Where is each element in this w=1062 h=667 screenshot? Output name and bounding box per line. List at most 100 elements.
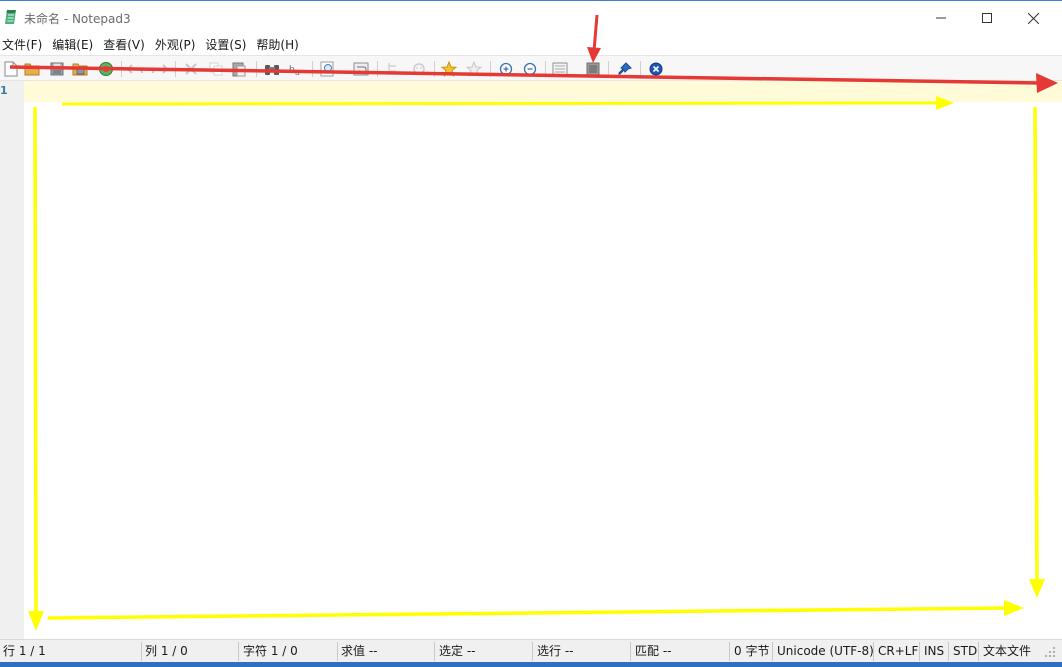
star-icon — [441, 61, 457, 77]
status-divider — [630, 642, 631, 661]
toolbar-separator — [175, 61, 176, 77]
notepad3-app-icon — [5, 10, 16, 24]
minimize-button[interactable] — [918, 1, 964, 35]
new-file-icon — [4, 61, 18, 77]
toolbar-separator — [121, 61, 122, 77]
toolbar-separator — [640, 61, 641, 77]
status-character[interactable]: 字符 1 / 0 — [240, 640, 298, 663]
open-file-button[interactable] — [23, 60, 41, 78]
line-number: 1 — [0, 84, 8, 97]
customize-schemes-button[interactable] — [584, 60, 602, 78]
replace-icon: ba — [289, 65, 300, 76]
browse-button[interactable] — [97, 60, 115, 78]
pin-icon — [618, 62, 632, 75]
status-column[interactable]: 列 1 / 0 — [142, 640, 188, 663]
exit-circle-icon — [649, 62, 663, 76]
status-bar: 行 1 / 1 列 1 / 0 字符 1 / 0 求值 -- 选定 -- 选行 … — [0, 639, 1062, 662]
star-outline-icon — [466, 61, 482, 77]
menu-appearance[interactable]: 外观(P) — [152, 35, 203, 55]
line-number-gutter: 1 — [0, 81, 24, 639]
zoom-in-button[interactable] — [497, 60, 515, 78]
goto-button[interactable] — [319, 60, 337, 78]
menu-file[interactable]: 文件(F) — [0, 35, 49, 55]
notepad3-window: 未命名 - Notepad3 文件(F) 编辑(E) 查看(V) 外观(P) 设… — [0, 0, 1062, 667]
menu-settings[interactable]: 设置(S) — [202, 35, 253, 55]
globe-browse-icon — [99, 62, 113, 76]
window-bottom-border — [0, 662, 1062, 667]
close-button[interactable] — [1010, 1, 1056, 35]
status-divider — [729, 642, 730, 661]
whitespace-icon — [413, 63, 425, 75]
copy-icon — [209, 62, 223, 76]
minimize-icon — [936, 17, 946, 19]
customize-schemes-icon — [586, 62, 600, 76]
resize-grip-icon[interactable] — [1044, 646, 1056, 658]
save-as-button[interactable] — [71, 60, 89, 78]
zoom-out-icon — [523, 62, 537, 76]
always-on-top-button[interactable] — [616, 60, 634, 78]
status-divider — [238, 642, 239, 661]
svg-text:a: a — [295, 68, 300, 76]
word-wrap-icon — [353, 62, 369, 76]
menu-edit[interactable]: 编辑(E) — [49, 35, 100, 55]
replace-button[interactable]: ba — [288, 60, 306, 78]
open-folder-icon — [24, 63, 40, 76]
status-match[interactable]: 匹配 -- — [632, 640, 671, 663]
paste-button[interactable] — [230, 60, 248, 78]
new-file-button[interactable] — [2, 60, 20, 78]
save-disk-icon — [50, 62, 64, 76]
word-wrap-button[interactable] — [352, 60, 370, 78]
menu-bar: 文件(F) 编辑(E) 查看(V) 外观(P) 设置(S) 帮助(H) — [0, 35, 1062, 55]
find-button[interactable] — [263, 60, 281, 78]
mark-occurrences-icon — [388, 63, 396, 75]
undo-button[interactable] — [126, 60, 144, 78]
title-bar[interactable]: 未命名 - Notepad3 — [0, 1, 1062, 35]
status-bytes[interactable]: 0 字节 — [731, 640, 769, 663]
mark-occurrences-button[interactable] — [384, 60, 402, 78]
toolbar-separator — [377, 61, 378, 77]
status-lexer[interactable]: 文本文件 — [980, 640, 1031, 663]
binoculars-icon — [265, 65, 279, 75]
status-divider — [772, 642, 773, 661]
cut-button[interactable] — [182, 60, 200, 78]
favorite-remove-button[interactable] — [465, 60, 483, 78]
status-ins[interactable]: INS — [921, 640, 944, 663]
close-icon — [1027, 12, 1039, 24]
toolbar-separator — [608, 61, 609, 77]
text-editing-area[interactable] — [24, 102, 1062, 639]
current-line-highlight[interactable] — [24, 81, 1062, 102]
status-line[interactable]: 行 1 / 1 — [0, 640, 46, 663]
status-encoding[interactable]: Unicode (UTF-8) — [774, 640, 874, 663]
status-sum[interactable]: 求值 -- — [338, 640, 377, 663]
cut-scissors-icon — [185, 63, 197, 75]
undo-icon — [127, 64, 143, 74]
favorite-add-button[interactable] — [440, 60, 458, 78]
view-whitespace-button[interactable] — [410, 60, 428, 78]
copy-button[interactable] — [207, 60, 225, 78]
status-divider — [434, 642, 435, 661]
toolbar-separator — [545, 61, 546, 77]
save-file-button[interactable] — [48, 60, 66, 78]
zoom-out-button[interactable] — [521, 60, 539, 78]
save-as-icon — [72, 63, 88, 76]
toolbar: ba — [0, 55, 1062, 81]
paste-clipboard-icon — [232, 62, 246, 77]
maximize-button[interactable] — [964, 1, 1010, 35]
magnifier-icon — [320, 61, 334, 77]
toolbar-separator — [490, 61, 491, 77]
status-eol[interactable]: CR+LF — [875, 640, 918, 663]
editor-area[interactable]: 1 — [0, 81, 1062, 639]
menu-help[interactable]: 帮助(H) — [253, 35, 305, 55]
menu-view[interactable]: 查看(V) — [100, 35, 152, 55]
redo-button[interactable] — [151, 60, 169, 78]
status-divider — [532, 642, 533, 661]
status-selection[interactable]: 选定 -- — [436, 640, 475, 663]
status-selected-lines[interactable]: 选行 -- — [534, 640, 573, 663]
maximize-icon — [982, 13, 992, 23]
window-title: 未命名 - Notepad3 — [24, 12, 131, 26]
zoom-in-icon — [499, 62, 513, 76]
exit-button[interactable] — [647, 60, 665, 78]
status-std[interactable]: STD — [950, 640, 977, 663]
status-divider — [978, 642, 979, 661]
schemes-button[interactable] — [551, 60, 569, 78]
